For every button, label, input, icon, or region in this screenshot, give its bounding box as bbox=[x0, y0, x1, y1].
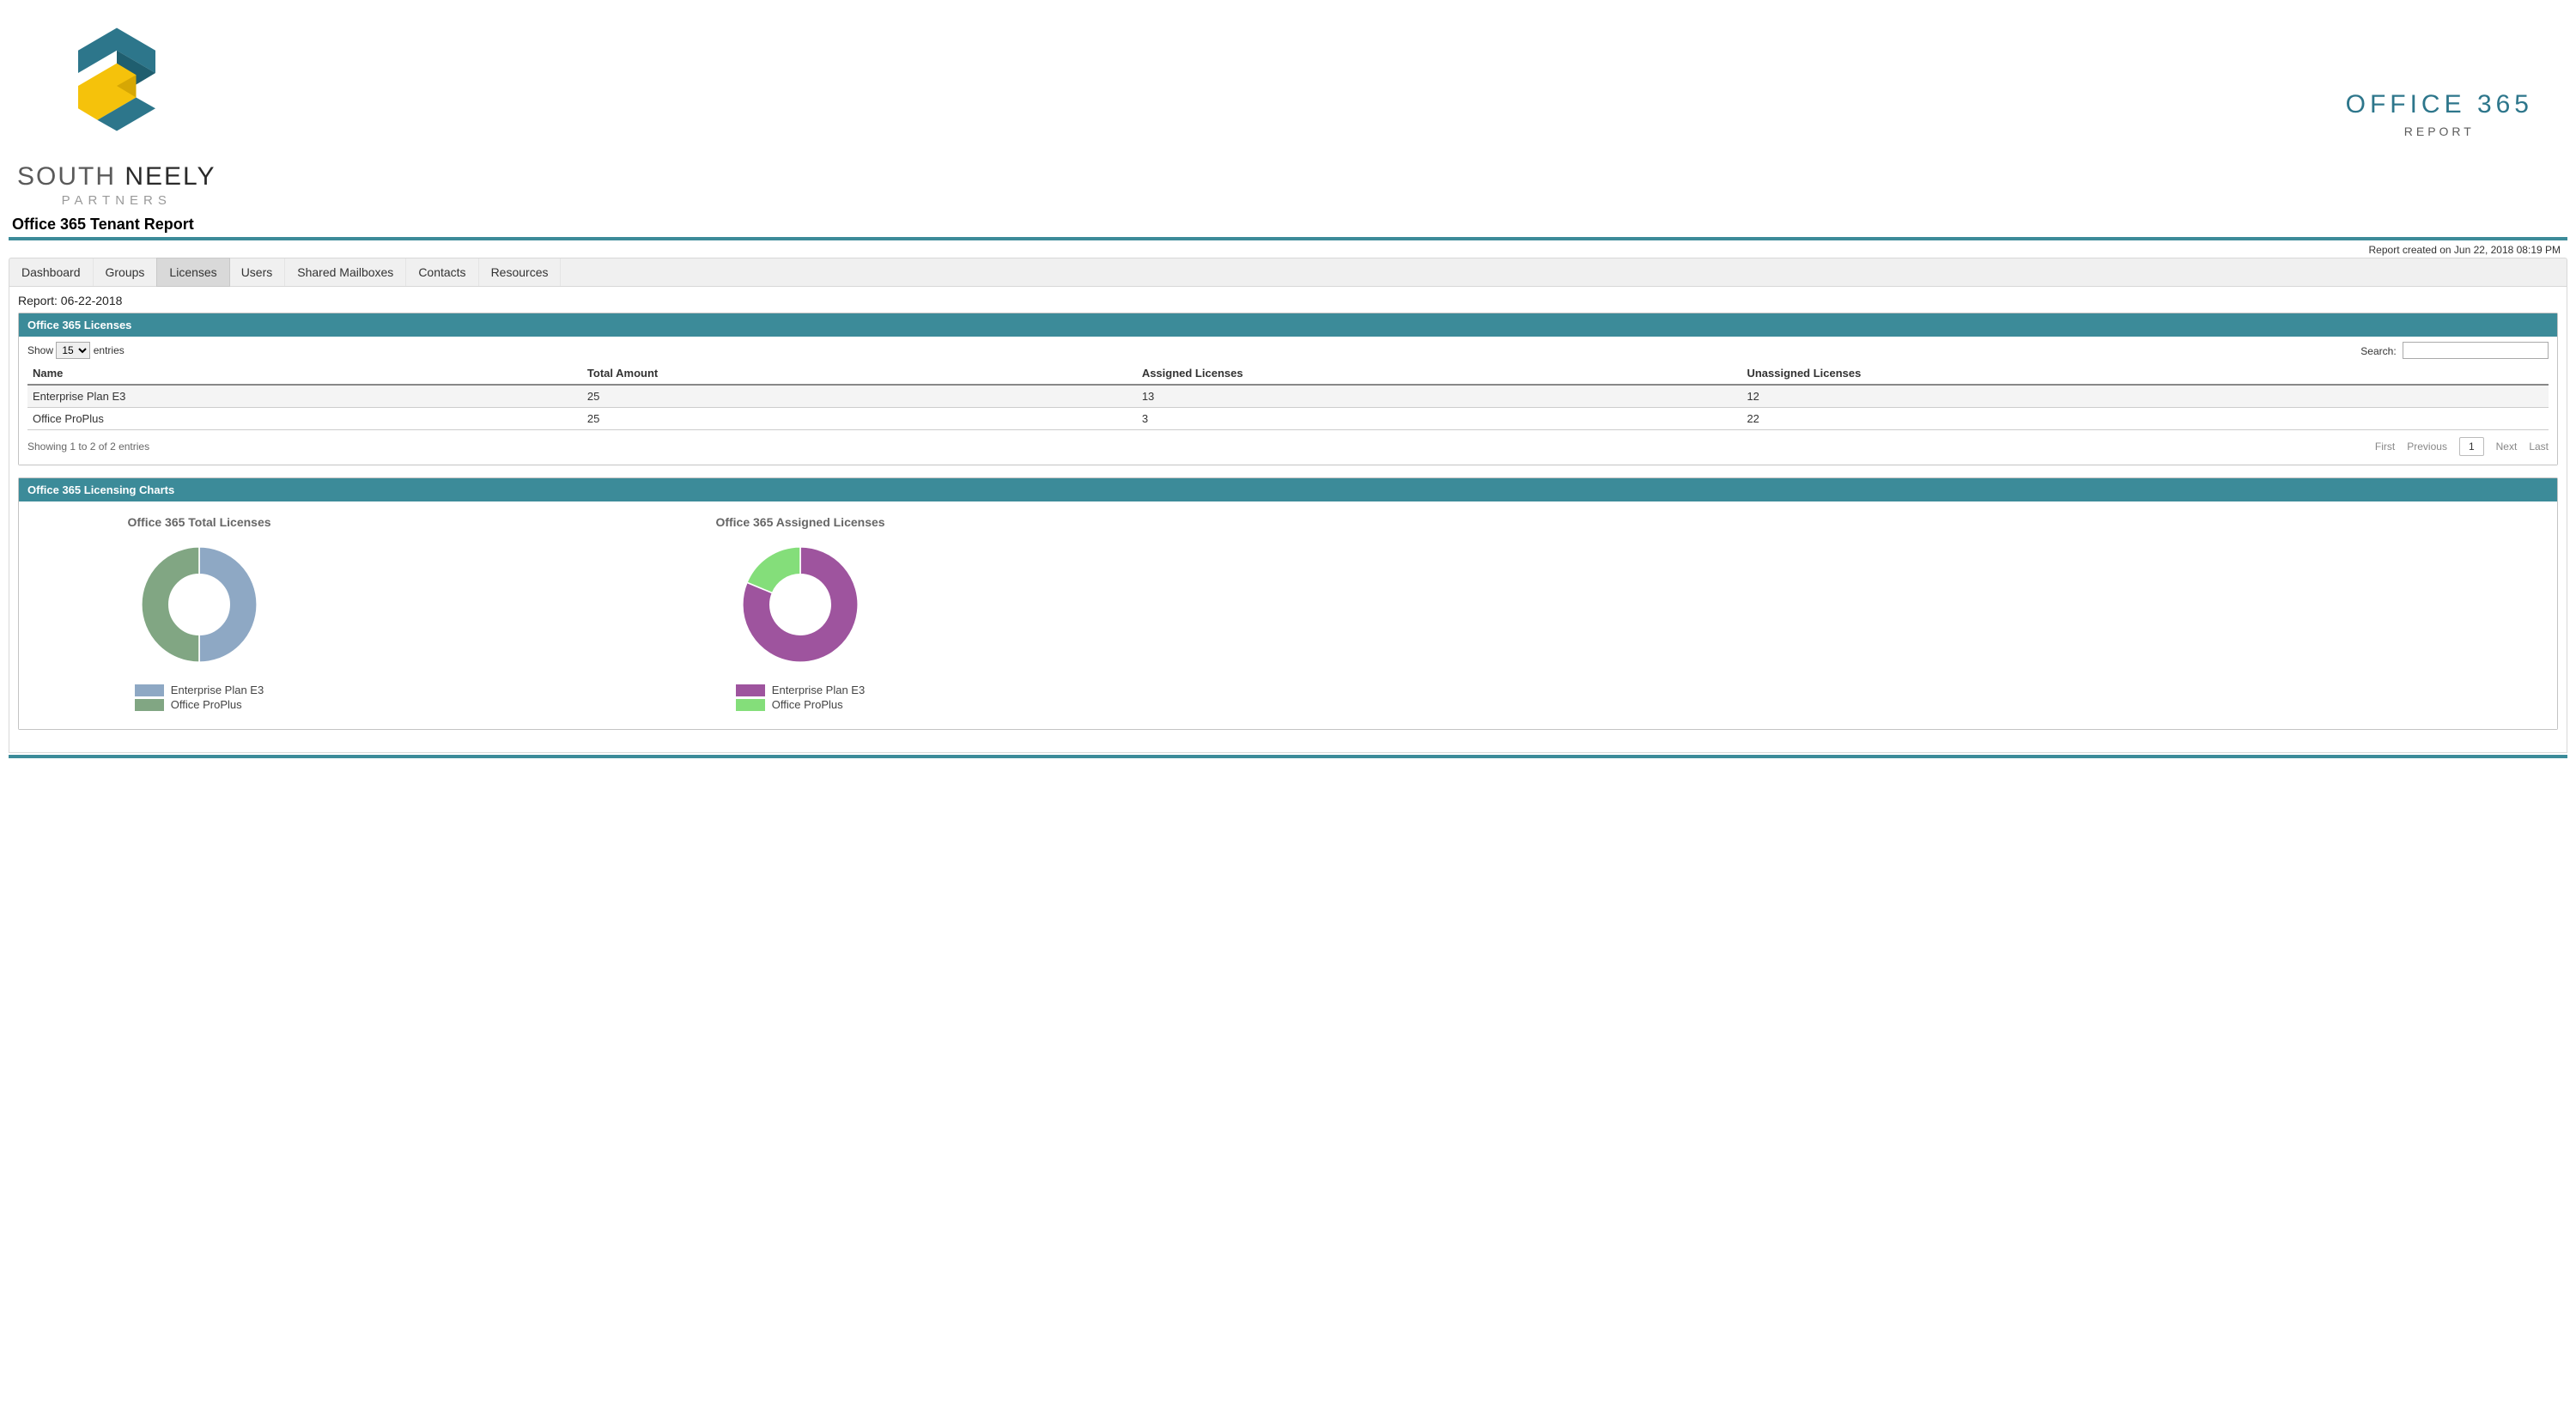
entries-select[interactable]: 15 bbox=[56, 342, 90, 359]
cell-unassigned: 12 bbox=[1741, 385, 2549, 408]
tab-contacts[interactable]: Contacts bbox=[406, 258, 478, 286]
chart2-title: Office 365 Assigned Licenses bbox=[646, 515, 955, 529]
search-label: Search: bbox=[2360, 345, 2396, 357]
show-entries: Show 15 entries bbox=[27, 342, 125, 359]
legend-label: Office ProPlus bbox=[772, 698, 843, 711]
cell-name: Office ProPlus bbox=[27, 408, 582, 430]
header-subtitle: REPORT bbox=[2346, 125, 2533, 138]
pager-last[interactable]: Last bbox=[2529, 441, 2549, 453]
cell-total: 25 bbox=[582, 385, 1137, 408]
charts-panel: Office 365 Licensing Charts Office 365 T… bbox=[18, 477, 2558, 730]
header-right: OFFICE 365 REPORT bbox=[2346, 13, 2567, 138]
chart1-title: Office 365 Total Licenses bbox=[45, 515, 354, 529]
tab-groups[interactable]: Groups bbox=[94, 258, 158, 286]
report-date: Report: 06-22-2018 bbox=[18, 294, 2558, 307]
tab-bar: Dashboard Groups Licenses Users Shared M… bbox=[9, 258, 2567, 287]
search-input[interactable] bbox=[2403, 342, 2549, 359]
divider-bottom bbox=[9, 755, 2567, 758]
tab-resources[interactable]: Resources bbox=[479, 258, 562, 286]
legend-swatch bbox=[135, 699, 164, 711]
legend-item: Enterprise Plan E3 bbox=[736, 684, 865, 696]
chart-total-licenses: Office 365 Total Licenses Enterprise Pla… bbox=[45, 515, 354, 714]
created-on: Report created on Jun 22, 2018 08:19 PM bbox=[9, 242, 2567, 258]
cell-assigned: 13 bbox=[1137, 385, 1742, 408]
company-sub: PARTNERS bbox=[62, 193, 172, 208]
pager: First Previous 1 Next Last bbox=[2375, 437, 2549, 456]
legend-swatch bbox=[736, 684, 765, 696]
charts-row: Office 365 Total Licenses Enterprise Pla… bbox=[27, 507, 2549, 720]
pager-next[interactable]: Next bbox=[2496, 441, 2518, 453]
tab-users[interactable]: Users bbox=[229, 258, 286, 286]
logo-icon bbox=[52, 13, 181, 159]
cell-name: Enterprise Plan E3 bbox=[27, 385, 582, 408]
chart-assigned-licenses: Office 365 Assigned Licenses Enterprise … bbox=[646, 515, 955, 714]
table-row: Office ProPlus 25 3 22 bbox=[27, 408, 2549, 430]
legend-item: Office ProPlus bbox=[135, 698, 264, 711]
show-label: Show bbox=[27, 344, 53, 356]
charts-panel-header: Office 365 Licensing Charts bbox=[19, 478, 2557, 501]
cell-total: 25 bbox=[582, 408, 1137, 430]
table-controls: Show 15 entries Search: bbox=[27, 342, 2549, 359]
col-total[interactable]: Total Amount bbox=[582, 362, 1137, 385]
chart2-legend: Enterprise Plan E3 Office ProPlus bbox=[736, 682, 865, 713]
tab-licenses[interactable]: Licenses bbox=[156, 258, 229, 287]
legend-swatch bbox=[135, 684, 164, 696]
col-name[interactable]: Name bbox=[27, 362, 582, 385]
tab-content: Report: 06-22-2018 Office 365 Licenses S… bbox=[9, 287, 2567, 753]
legend-label: Enterprise Plan E3 bbox=[772, 684, 865, 696]
licenses-table: Name Total Amount Assigned Licenses Unas… bbox=[27, 362, 2549, 430]
divider-top bbox=[9, 237, 2567, 240]
pager-first[interactable]: First bbox=[2375, 441, 2395, 453]
header: SOUTH NEELY PARTNERS OFFICE 365 REPORT bbox=[9, 9, 2567, 212]
table-row: Enterprise Plan E3 25 13 12 bbox=[27, 385, 2549, 408]
header-title: OFFICE 365 bbox=[2346, 90, 2533, 119]
licenses-panel-header: Office 365 Licenses bbox=[19, 313, 2557, 337]
pager-previous[interactable]: Previous bbox=[2407, 441, 2447, 453]
legend-label: Enterprise Plan E3 bbox=[171, 684, 264, 696]
donut-chart-2 bbox=[732, 536, 869, 673]
pager-page-1[interactable]: 1 bbox=[2459, 437, 2484, 456]
company-logo: SOUTH NEELY PARTNERS bbox=[9, 13, 216, 208]
entries-label: entries bbox=[94, 344, 125, 356]
col-unassigned[interactable]: Unassigned Licenses bbox=[1741, 362, 2549, 385]
cell-unassigned: 22 bbox=[1741, 408, 2549, 430]
cell-assigned: 3 bbox=[1137, 408, 1742, 430]
legend-swatch bbox=[736, 699, 765, 711]
tab-shared-mailboxes[interactable]: Shared Mailboxes bbox=[285, 258, 406, 286]
table-footer: Showing 1 to 2 of 2 entries First Previo… bbox=[27, 437, 2549, 456]
tab-dashboard[interactable]: Dashboard bbox=[9, 258, 94, 286]
col-assigned[interactable]: Assigned Licenses bbox=[1137, 362, 1742, 385]
legend-label: Office ProPlus bbox=[171, 698, 242, 711]
search-box: Search: bbox=[2360, 342, 2549, 359]
legend-item: Office ProPlus bbox=[736, 698, 865, 711]
showing-text: Showing 1 to 2 of 2 entries bbox=[27, 441, 149, 453]
legend-item: Enterprise Plan E3 bbox=[135, 684, 264, 696]
page-title: Office 365 Tenant Report bbox=[12, 216, 2567, 234]
donut-chart-1 bbox=[131, 536, 268, 673]
chart1-legend: Enterprise Plan E3 Office ProPlus bbox=[135, 682, 264, 713]
licenses-panel: Office 365 Licenses Show 15 entries Sear… bbox=[18, 313, 2558, 465]
company-name: SOUTH NEELY bbox=[17, 162, 216, 191]
